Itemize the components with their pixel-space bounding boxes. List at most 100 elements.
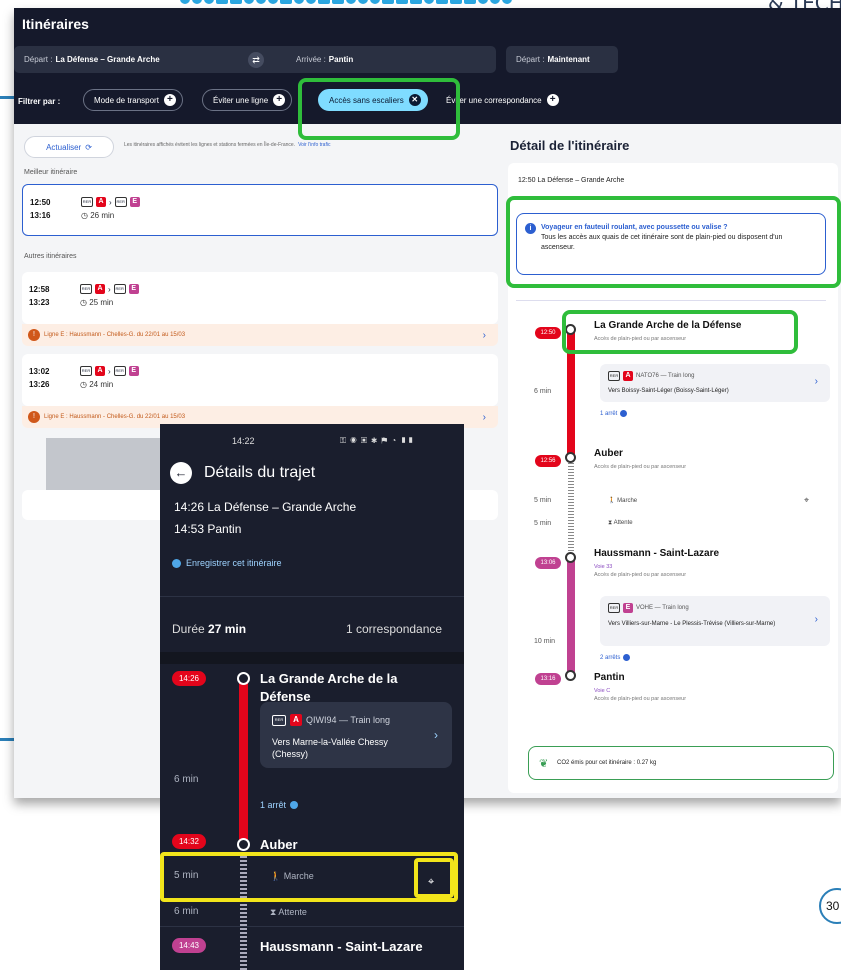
filter-chip-avoid-line[interactable]: Éviter une ligne + <box>202 89 293 111</box>
train-direction: Vers Villiers-sur-Marne - Le Plessis-Tré… <box>608 621 776 627</box>
chevron-right-icon: › <box>109 197 112 207</box>
walk-duration: 5 min <box>534 497 552 504</box>
departure-time-field[interactable]: Départ : Maintenant <box>506 46 618 73</box>
itinerary-duration: ◷ 25 min <box>80 298 114 307</box>
refresh-button[interactable]: Actualiser ⟳ <box>24 136 114 158</box>
save-itinerary-link[interactable]: Enregistrer cet itinéraire <box>172 558 282 568</box>
segment-duration: 6 min <box>174 774 199 785</box>
depart-value: La Défense – Grande Arche <box>55 55 160 64</box>
swap-icon[interactable]: ⇄ <box>248 52 264 68</box>
train-lines: RER E VOHE — Train long <box>608 603 689 613</box>
plus-icon: + <box>273 94 286 106</box>
itinerary-times: 12:58 13:23 <box>29 285 50 307</box>
plus-circle-icon <box>172 558 181 568</box>
back-arrow-icon[interactable]: ← <box>170 462 192 484</box>
stop-time-badge: 14:43 <box>172 938 206 953</box>
rer-icon: RER <box>113 284 126 294</box>
stop-dot <box>237 672 250 685</box>
detail-divider <box>516 300 826 301</box>
itinerary-card[interactable]: 12:58 13:23 RER A › RER E ◷ 25 min <box>22 272 498 324</box>
train-lines: RER A NATO76 — Train long <box>608 371 694 381</box>
stop-time-badge: 12:50 <box>535 327 561 339</box>
wait-duration: 6 min <box>174 906 199 917</box>
best-itinerary-label: Meilleur itinéraire <box>24 169 78 176</box>
itinerary-card[interactable]: 13:02 13:26 RER A › RER E ◷ 24 min <box>22 354 498 406</box>
stop-time-badge: 14:26 <box>172 671 206 686</box>
filter-chip-avoid-connection[interactable]: Éviter une correspondance + <box>446 89 559 111</box>
stop-name: La Grande Arche de la Défense <box>260 671 398 704</box>
train-card[interactable]: RER A QIWI94 — Train long Vers Marne-la-Va… <box>260 702 452 768</box>
traffic-alert-row[interactable]: ! Ligne E : Haussmann - Chelles-G. du 22… <box>22 324 498 346</box>
line-e-badge: E <box>128 284 139 294</box>
leaf-icon: ❦ <box>539 758 549 770</box>
train-card[interactable]: RER E VOHE — Train long Vers Villiers-sur-… <box>600 596 830 646</box>
stops-toggle[interactable]: 1 arrêt <box>260 800 299 810</box>
line-e-segment <box>567 556 575 674</box>
arrivee-field[interactable]: Arrivée : Pantin <box>272 46 496 73</box>
itinerary-duration: ◷ 26 min <box>81 211 115 220</box>
platform-label: Voie 33 <box>594 564 613 570</box>
itinerary-lines: RER A › RER E <box>80 284 139 294</box>
stop-name: Auber <box>594 448 623 459</box>
traffic-info-link[interactable]: Voir l'info trafic <box>298 142 330 148</box>
line-a-segment <box>239 678 248 846</box>
depart-field[interactable]: Départ : La Défense – Grande Arche <box>14 46 286 73</box>
line-e-badge: E <box>128 366 139 376</box>
stop-access-text: Accès de plain-pied ou par ascenseur <box>594 572 687 578</box>
rer-icon: RER <box>81 197 93 207</box>
line-a-badge: A <box>95 284 105 294</box>
rer-icon: RER <box>80 284 92 294</box>
arrivee-value: Pantin <box>328 55 354 64</box>
stops-toggle[interactable]: 1 arrêt <box>600 410 628 417</box>
train-card[interactable]: RER A NATO76 — Train long Vers Boissy-Sain… <box>600 364 830 402</box>
trip-connections: 1 correspondance <box>346 622 443 636</box>
stops-toggle[interactable]: 2 arrêts <box>600 654 631 661</box>
wait-duration: 5 min <box>534 520 552 527</box>
map-pin-icon[interactable]: ⌖ <box>804 495 809 506</box>
traffic-info-text: Les itinéraires affichés évitent les lig… <box>124 142 331 148</box>
ad-placeholder <box>46 438 176 493</box>
plus-icon: + <box>163 94 176 106</box>
chevron-down-icon <box>290 801 299 809</box>
filter-chip-transport-mode[interactable]: Mode de transport + <box>83 89 183 111</box>
trip-to: 14:53 Pantin <box>174 522 242 536</box>
stop-name: Haussmann - Saint-Lazare <box>260 939 423 954</box>
line-e-badge: E <box>623 603 633 613</box>
highlight-first-stop <box>562 310 798 354</box>
chevron-right-icon: › <box>482 329 486 341</box>
highlight-accessibility-notice <box>506 196 841 288</box>
itinerary-times: 12:50 13:16 <box>30 198 51 220</box>
wait-label: ⧗ Attente <box>608 520 633 526</box>
slide-page-number: 30 <box>819 888 841 924</box>
plus-icon: + <box>546 94 559 106</box>
rer-icon: RER <box>608 603 620 613</box>
wait-label: ⧗ Attente <box>270 907 307 917</box>
train-direction: Vers Marne-la-Vallée Chessy (Chessy) <box>272 737 388 759</box>
divider <box>160 926 464 927</box>
line-a-badge: A <box>623 371 633 381</box>
status-icons: ⚿ ◉ ▣ ✱ ⚑ ◔ ▮▮ <box>340 436 415 445</box>
chevron-right-icon: › <box>108 284 111 294</box>
stop-dot <box>565 452 576 463</box>
trip-from: 14:26 La Défense – Grande Arche <box>174 500 357 514</box>
rer-icon: RER <box>113 366 126 376</box>
line-a-badge: A <box>290 714 302 726</box>
chevron-right-icon: › <box>434 728 438 742</box>
chevron-right-icon: › <box>814 376 818 387</box>
train-lines: RER A QIWI94 — Train long <box>272 714 390 726</box>
segment-duration: 10 min <box>534 638 556 645</box>
stop-dot <box>237 838 250 851</box>
itinerary-card-best[interactable]: 12:50 13:16 RER A › RER E ◷ 26 min <box>22 184 498 236</box>
itinerary-lines: RER A › RER E <box>80 366 139 376</box>
other-itineraries-label: Autres itinéraires <box>24 253 77 260</box>
chevron-right-icon: › <box>482 411 486 423</box>
segment-duration: 6 min <box>534 388 552 395</box>
divider <box>160 596 464 597</box>
detail-header: 12:50 La Défense – Grande Arche <box>518 177 625 184</box>
line-a-badge: A <box>95 366 105 376</box>
chevron-down-icon <box>623 654 631 661</box>
chevron-right-icon: › <box>814 614 818 625</box>
train-code: NATO76 — Train long <box>636 373 695 379</box>
itinerary-lines: RER A › RER E <box>81 197 140 207</box>
platform-label: Voie C <box>594 688 611 694</box>
